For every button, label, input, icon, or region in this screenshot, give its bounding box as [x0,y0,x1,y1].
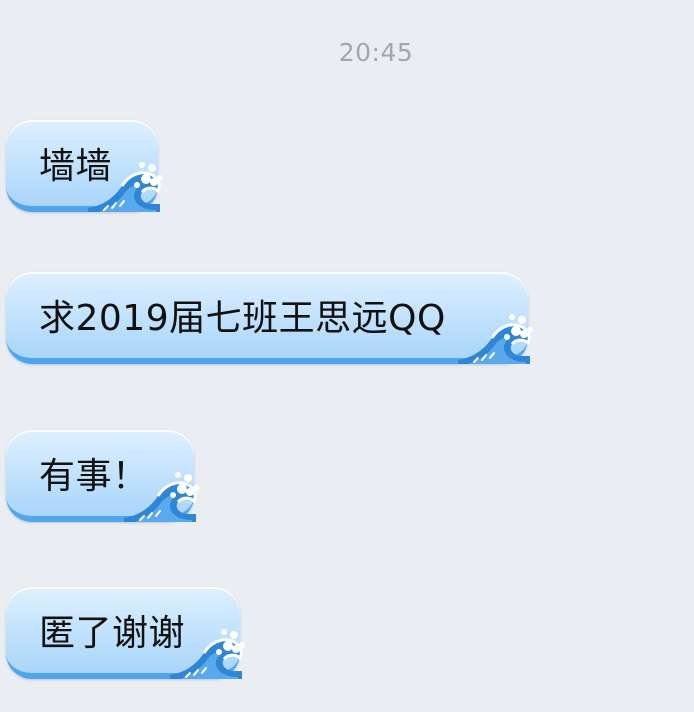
message-bubble[interactable]: 有事！ [6,430,199,522]
message-text: 匿了谢谢 [39,613,186,654]
message-text: 有事！ [39,456,149,497]
message-bubble[interactable]: 墙墙 [6,120,163,212]
message-bubble[interactable]: 求2019届七班王思远QQ [6,272,533,364]
message-text: 墙墙 [39,146,113,187]
ocean-wave-icon [458,314,533,364]
chat-window: 20:45 墙墙 求2019届七班王思远QQ 有事！ 匿了谢谢 [0,0,694,712]
message-text: 求2019届七班王思远QQ [39,298,446,339]
message-bubble[interactable]: 匿了谢谢 [6,587,245,679]
message-timestamp: 20:45 [338,38,414,67]
